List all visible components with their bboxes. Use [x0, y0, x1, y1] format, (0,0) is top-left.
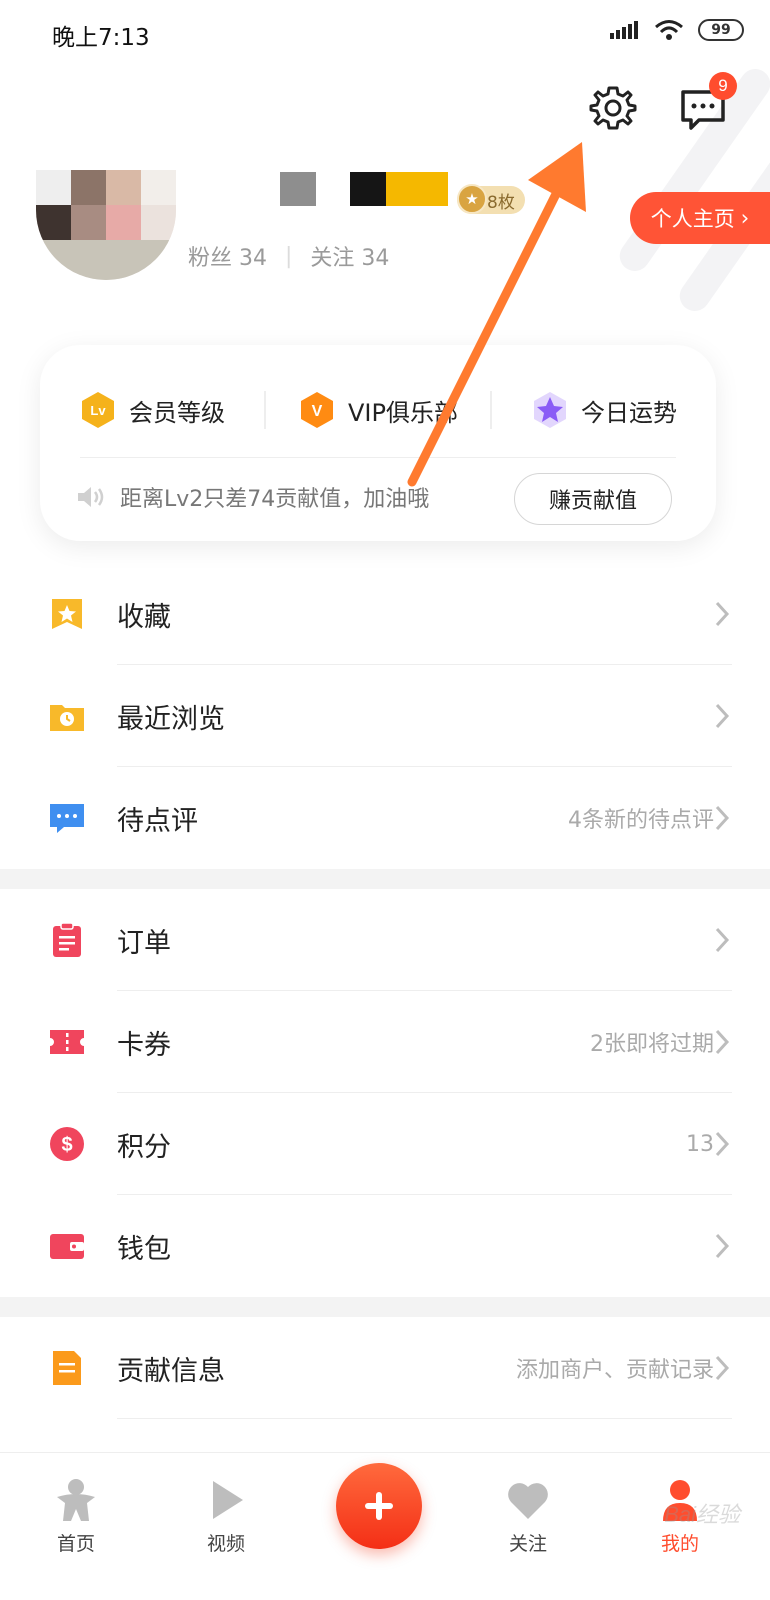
- menu-label-orders: 订单: [117, 927, 171, 959]
- menu-label-recent: 最近浏览: [117, 703, 225, 735]
- tab-follow-label: 关注: [508, 1533, 547, 1555]
- publish-button[interactable]: [336, 1463, 422, 1549]
- fans-count[interactable]: 粉丝 34: [188, 240, 267, 272]
- fans-separator: |: [285, 243, 293, 269]
- svg-text:V: V: [312, 403, 323, 420]
- chevron-right-icon: [715, 703, 730, 729]
- username-obscured-3: [386, 172, 448, 206]
- menu-item-contribution[interactable]: 贡献信息 添加商户、贡献记录: [0, 1317, 770, 1419]
- tab-follow[interactable]: 关注: [468, 1475, 588, 1556]
- tab-video-label: 视频: [206, 1533, 245, 1555]
- menu-item-recent[interactable]: 最近浏览: [0, 665, 770, 767]
- menu-label-pending-reviews: 待点评: [117, 805, 198, 837]
- contribution-tip-text: 距离Lv2只差74贡献值，加油哦: [120, 487, 430, 512]
- wifi-icon: [655, 20, 683, 40]
- document-icon: [53, 1351, 81, 1385]
- chevron-right-icon: ›: [740, 206, 750, 230]
- v-hexagon-icon: V: [301, 392, 334, 428]
- folder-clock-icon: [50, 705, 84, 731]
- tab-home[interactable]: 首页: [16, 1475, 136, 1556]
- message-button[interactable]: 9: [675, 72, 737, 136]
- battery-icon: 99: [698, 19, 744, 41]
- wallet-icon: [50, 1234, 84, 1259]
- tab-home-label: 首页: [56, 1533, 95, 1555]
- signal-icon: [610, 21, 638, 39]
- menu-label-coupons: 卡券: [117, 1029, 171, 1061]
- chevron-right-icon: [715, 1029, 730, 1055]
- membership-card: Lv 会员等级 V VIP俱乐部 今日运势 距离Lv2只差74贡献值，加油哦 赚…: [40, 345, 716, 541]
- profile-home-label: 个人主页: [650, 207, 735, 231]
- menu-item-points[interactable]: $ 积分 13: [0, 1093, 770, 1195]
- menu-hint-coupons: 2张即将过期: [590, 1032, 714, 1057]
- card-divider: [80, 457, 676, 458]
- fortune-item[interactable]: 今日运势: [490, 391, 716, 429]
- tab-video[interactable]: 视频: [166, 1475, 286, 1556]
- menu-item-coupons[interactable]: 卡券 2张即将过期: [0, 991, 770, 1093]
- gear-icon: [589, 86, 637, 130]
- bottom-tab-bar: 首页 视频 关注 我的 Bai经验: [0, 1452, 770, 1600]
- profile-home-button[interactable]: 个人主页 ›: [630, 192, 770, 244]
- menu-hint-points: 13: [686, 1131, 714, 1157]
- play-icon: [213, 1481, 243, 1519]
- menu-hint-pending-reviews: 4条新的待点评: [568, 808, 714, 833]
- tab-mine-label: 我的: [660, 1533, 699, 1555]
- dollar-coin-icon: $: [50, 1127, 84, 1161]
- bookmark-star-icon: [52, 599, 82, 629]
- fans-follow-line: 粉丝 34 | 关注 34: [188, 240, 389, 272]
- plus-icon: [365, 1492, 393, 1520]
- avatar[interactable]: [36, 170, 176, 280]
- chevron-right-icon: [715, 1131, 730, 1157]
- ticket-icon: [50, 1030, 84, 1054]
- svg-text:$: $: [61, 1134, 72, 1156]
- heart-icon: [508, 1483, 548, 1519]
- comment-icon: [50, 804, 84, 833]
- follow-count[interactable]: 关注 34: [310, 240, 389, 272]
- fortune-label: 今日运势: [581, 398, 677, 427]
- menu-label-favorites: 收藏: [117, 601, 171, 633]
- medal-star-icon: ★: [457, 184, 487, 214]
- chevron-right-icon: [715, 1233, 730, 1259]
- chevron-right-icon: [715, 927, 730, 953]
- status-icons: 99: [610, 18, 744, 42]
- menu-item-orders[interactable]: 订单: [0, 889, 770, 991]
- section-gap: [0, 869, 770, 889]
- member-level-item[interactable]: Lv 会员等级: [40, 391, 264, 429]
- membership-row: Lv 会员等级 V VIP俱乐部 今日运势: [40, 383, 716, 437]
- status-bar: 晚上7:13 99: [0, 0, 770, 64]
- home-mascot-icon: [57, 1479, 95, 1521]
- medal-badge[interactable]: ★ 8枚: [457, 184, 525, 214]
- menu-label-points: 积分: [117, 1131, 171, 1163]
- battery-level: 99: [711, 22, 731, 38]
- earn-contribution-button[interactable]: 赚贡献值: [514, 473, 672, 525]
- menu-hint-contribution: 添加商户、贡献记录: [515, 1358, 714, 1383]
- lv-hexagon-icon: Lv: [82, 392, 114, 428]
- username-obscured: [280, 172, 316, 206]
- menu-item-favorites[interactable]: 收藏: [0, 563, 770, 665]
- menu-item-pending-reviews[interactable]: 待点评 4条新的待点评: [0, 767, 770, 869]
- watermark-text: Bai经验: [664, 1502, 740, 1527]
- contribution-tip: 距离Lv2只差74贡献值，加油哦: [76, 473, 429, 521]
- chevron-right-icon: [715, 1355, 730, 1381]
- member-level-label: 会员等级: [129, 398, 225, 427]
- chevron-right-icon: [715, 805, 730, 831]
- menu-divider: [117, 1418, 732, 1419]
- star-hexagon-icon: [534, 392, 566, 428]
- vip-club-label: VIP俱乐部: [348, 398, 458, 427]
- clipboard-icon: [53, 922, 81, 957]
- chevron-right-icon: [715, 601, 730, 627]
- section-gap: [0, 1297, 770, 1317]
- menu-label-contribution: 贡献信息: [117, 1355, 225, 1387]
- username-obscured-2: [350, 172, 386, 206]
- status-time: 晚上7:13: [52, 25, 150, 51]
- vip-club-item[interactable]: V VIP俱乐部: [264, 391, 490, 429]
- svg-text:Lv: Lv: [90, 403, 106, 418]
- menu-label-wallet: 钱包: [117, 1233, 171, 1265]
- speaker-icon: [78, 487, 104, 507]
- medal-count: 8枚: [487, 192, 515, 213]
- message-badge: 9: [709, 72, 737, 100]
- menu-item-wallet[interactable]: 钱包: [0, 1195, 770, 1297]
- settings-button[interactable]: [585, 80, 641, 136]
